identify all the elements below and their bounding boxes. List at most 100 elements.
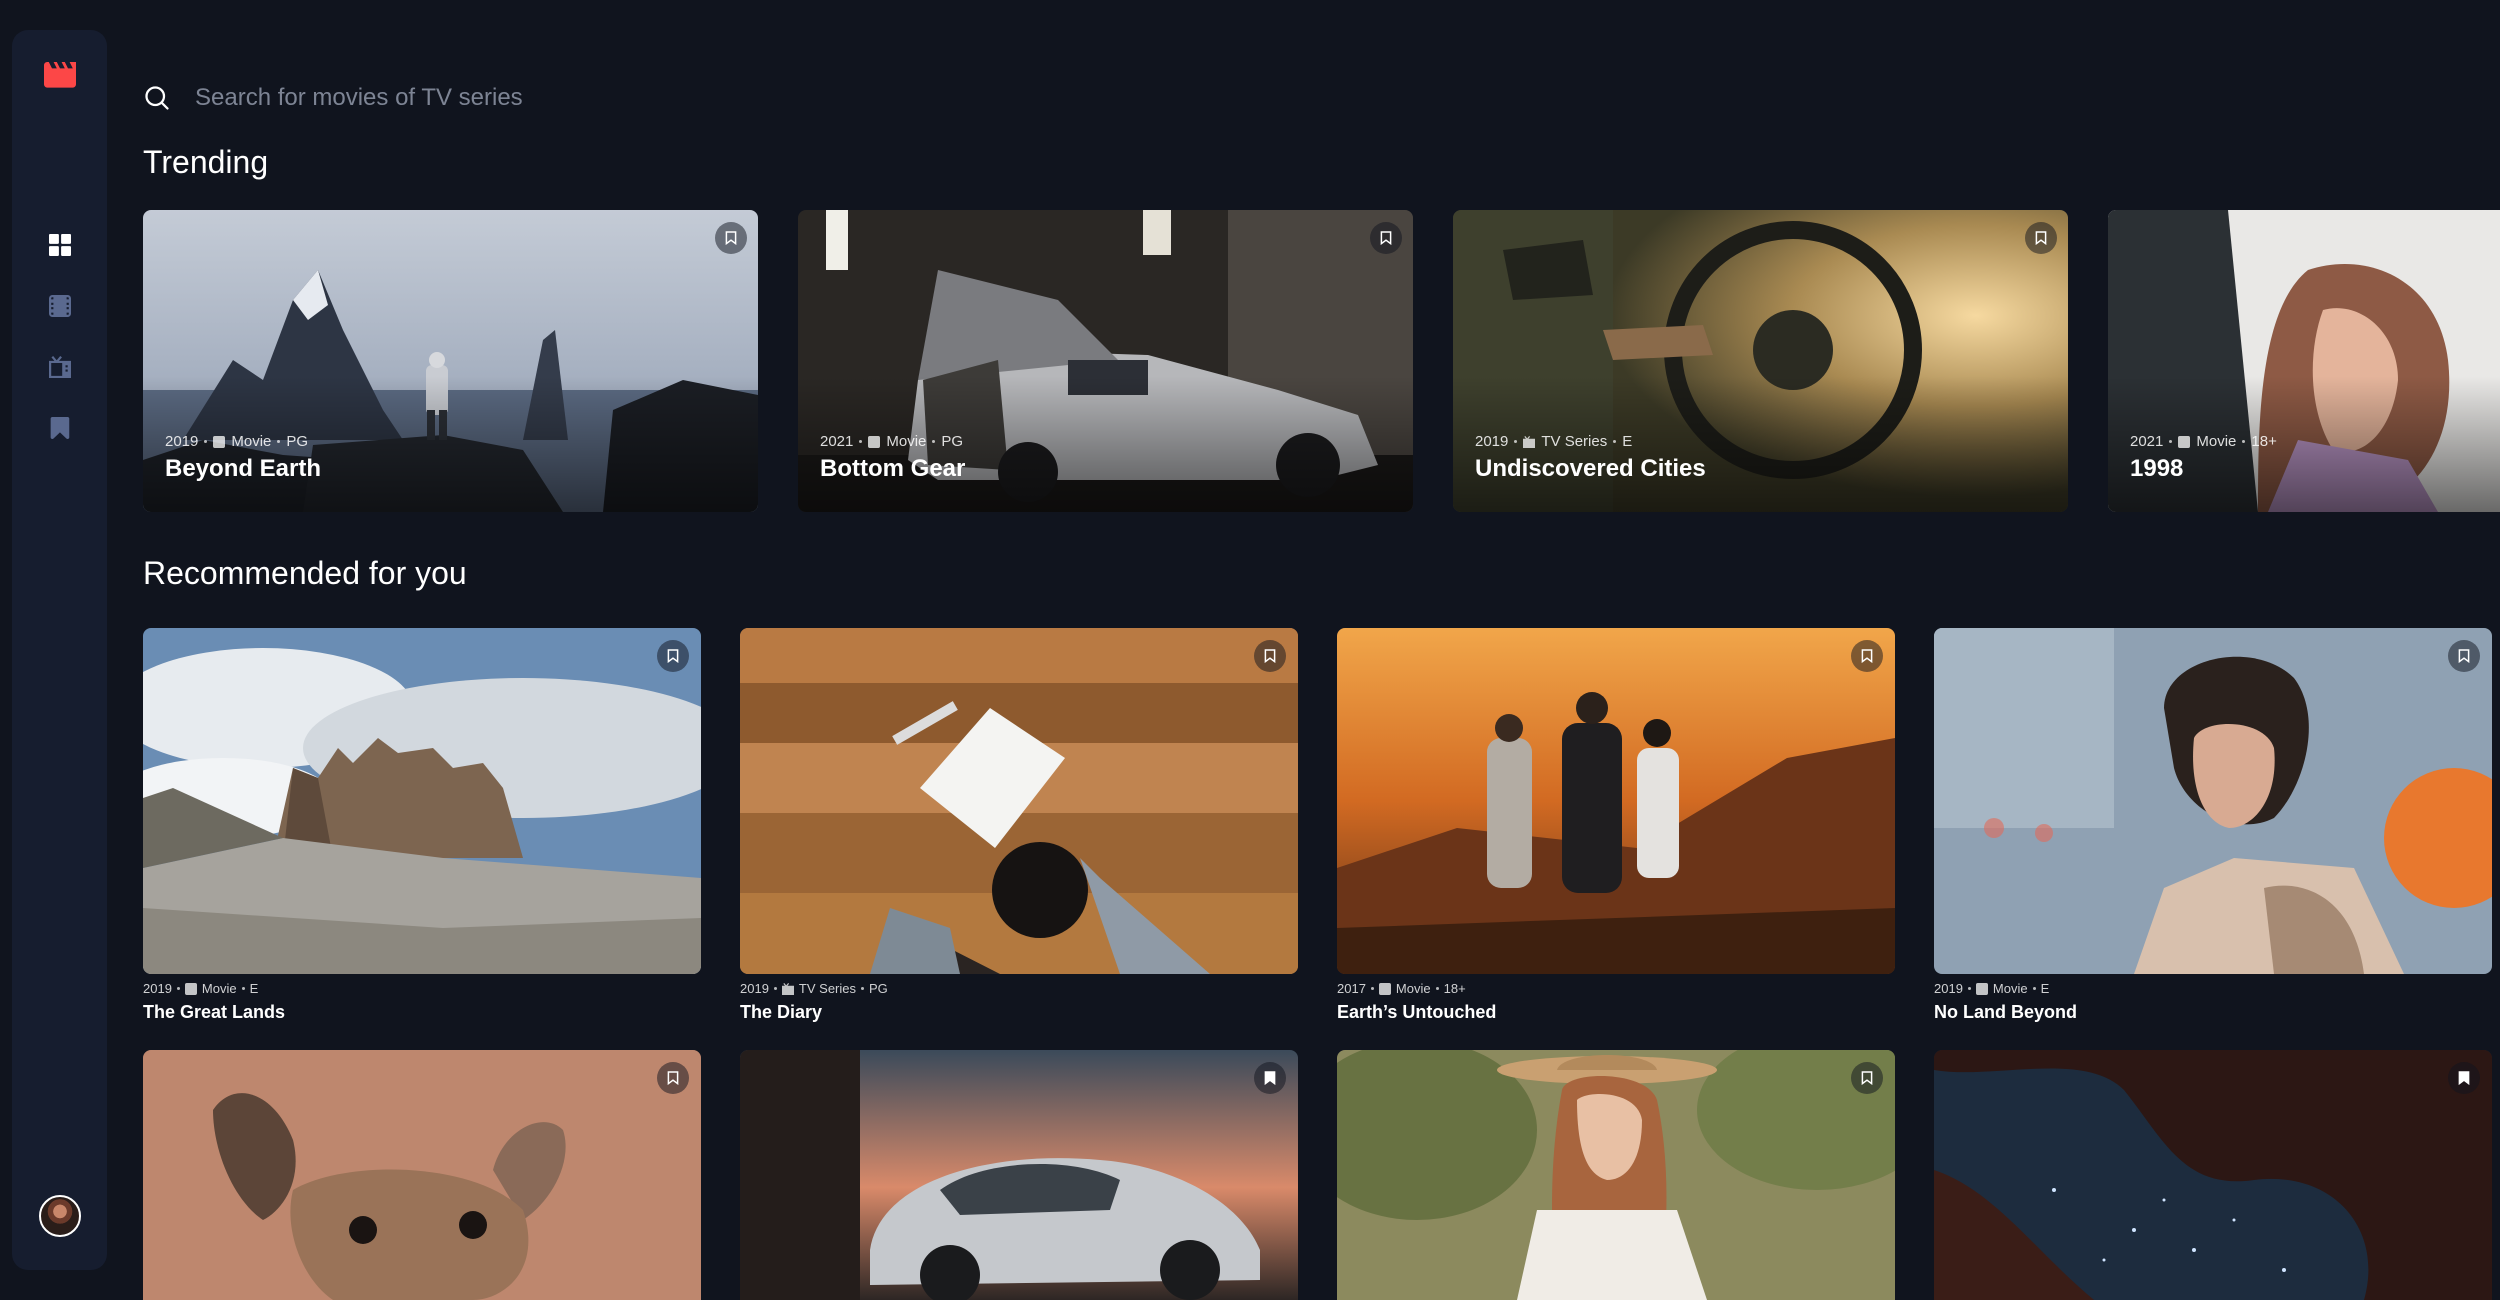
movie-category-icon — [184, 982, 197, 995]
bookmark-icon — [50, 417, 69, 439]
bookmark-empty-icon — [725, 231, 737, 245]
movie-category-icon — [1378, 982, 1391, 995]
bookmark-button[interactable] — [1370, 222, 1402, 254]
trending-heading: Trending — [143, 144, 269, 180]
card-rating: PG — [286, 433, 309, 450]
thumbnail[interactable] — [740, 628, 1298, 974]
card-meta: 2019 Movie E — [1934, 981, 2492, 996]
clapperboard-logo-icon[interactable] — [44, 62, 76, 88]
separator-dot — [176, 987, 180, 990]
separator-dot — [1967, 987, 1971, 990]
thumbnail[interactable] — [143, 1050, 701, 1300]
card-meta: 2019 Movie E — [143, 981, 701, 996]
movie-category-icon — [2178, 435, 2191, 448]
card-rating: E — [1622, 433, 1633, 450]
tv-category-icon — [781, 982, 794, 995]
separator-dot — [1370, 987, 1374, 990]
card-title[interactable]: The Diary — [740, 1002, 1298, 1023]
recommended-card: 2019 Movie E The Great Lands — [143, 628, 701, 1023]
bookmark-button[interactable] — [2448, 640, 2480, 672]
card-rating: E — [2040, 981, 2050, 996]
card-title[interactable]: No Land Beyond — [1934, 1002, 2492, 1023]
bookmark-button[interactable] — [657, 640, 689, 672]
separator-dot — [861, 987, 864, 990]
bookmark-empty-icon — [667, 1071, 679, 1085]
bookmark-button[interactable] — [2025, 222, 2057, 254]
trending-card[interactable]: 2021 Movie PG Bottom Gear — [798, 210, 1413, 512]
home-grid-icon — [48, 234, 71, 256]
thumbnail-image — [1337, 628, 1895, 974]
bookmark-empty-icon — [2035, 231, 2047, 245]
tv-category-icon — [1523, 435, 1536, 448]
trending-card[interactable]: 2019 TV Series E Undiscovered Cities — [1453, 210, 2068, 512]
card-title[interactable]: Earth’s Untouched — [1337, 1002, 1895, 1023]
nav-movies[interactable] — [12, 286, 107, 326]
card-title: Bottom Gear — [820, 455, 966, 482]
separator-dot — [773, 987, 777, 990]
separator-dot — [1514, 440, 1518, 443]
recommended-card: 2019 Movie E No Land Beyond — [1934, 628, 2492, 1023]
bookmark-button[interactable] — [1851, 640, 1883, 672]
movies-icon — [48, 295, 71, 317]
bookmark-button[interactable] — [2448, 1062, 2480, 1094]
thumbnail[interactable] — [143, 628, 701, 974]
card-category: Movie — [886, 433, 927, 450]
card-rating: PG — [941, 433, 964, 450]
card-title: 1998 — [2130, 455, 2184, 482]
thumbnail[interactable] — [1337, 1050, 1895, 1300]
user-avatar[interactable] — [39, 1195, 81, 1237]
search-input[interactable] — [195, 84, 1095, 112]
bookmark-empty-icon — [1264, 649, 1276, 663]
thumbnail[interactable] — [1934, 628, 2492, 974]
trending-card[interactable]: 2021 Movie 18+ 1998 — [2108, 210, 2500, 512]
separator-dot — [859, 440, 863, 443]
bookmark-empty-icon — [667, 649, 679, 663]
tv-series-icon — [48, 356, 71, 378]
card-meta: 2019 TV Series PG — [740, 981, 1298, 996]
separator-dot — [2242, 440, 2246, 443]
card-category: Movie — [1395, 981, 1431, 996]
separator-dot — [1435, 987, 1439, 990]
card-year: 2019 — [165, 433, 199, 450]
separator-dot — [2032, 987, 2036, 990]
separator-dot — [932, 440, 936, 443]
card-meta: 2019 TV Series E — [1475, 433, 1632, 450]
separator-dot — [1613, 440, 1617, 443]
nav-tv-series[interactable] — [12, 347, 107, 387]
card-category: TV Series — [1541, 433, 1608, 450]
thumbnail-image — [740, 1050, 1298, 1300]
card-meta: 2021 Movie PG — [820, 433, 963, 450]
search-icon — [145, 86, 169, 110]
recommended-card: 2019 TV Series PG The Diary — [740, 628, 1298, 1023]
card-year: 2019 — [143, 981, 172, 996]
bookmark-filled-icon — [1264, 1071, 1276, 1085]
card-year: 2017 — [1337, 981, 1366, 996]
card-year: 2019 — [1475, 433, 1509, 450]
card-year: 2019 — [740, 981, 769, 996]
bookmark-filled-icon — [2458, 1071, 2470, 1085]
bookmark-button[interactable] — [715, 222, 747, 254]
card-category: Movie — [1992, 981, 2028, 996]
nav-bookmarks[interactable] — [12, 408, 107, 448]
bookmark-button[interactable] — [1851, 1062, 1883, 1094]
bookmark-button[interactable] — [1254, 640, 1286, 672]
card-category: TV Series — [798, 981, 856, 996]
bookmark-button[interactable] — [1254, 1062, 1286, 1094]
thumbnail-image — [1337, 1050, 1895, 1300]
bookmark-empty-icon — [1861, 1071, 1873, 1085]
recommended-heading: Recommended for you — [143, 555, 467, 591]
card-rating: 18+ — [2251, 433, 2277, 450]
card-meta: 2021 Movie 18+ — [2130, 433, 2277, 450]
card-category: Movie — [2196, 433, 2237, 450]
bookmark-button[interactable] — [657, 1062, 689, 1094]
card-rating: PG — [869, 981, 888, 996]
thumbnail[interactable] — [740, 1050, 1298, 1300]
movie-category-icon — [213, 435, 226, 448]
card-year: 2021 — [820, 433, 854, 450]
trending-card[interactable]: 2019 Movie PG Beyond Earth — [143, 210, 758, 512]
thumbnail[interactable] — [1934, 1050, 2492, 1300]
card-title[interactable]: The Great Lands — [143, 1002, 701, 1023]
thumbnail[interactable] — [1337, 628, 1895, 974]
separator-dot — [277, 440, 281, 443]
nav-home[interactable] — [12, 225, 107, 265]
